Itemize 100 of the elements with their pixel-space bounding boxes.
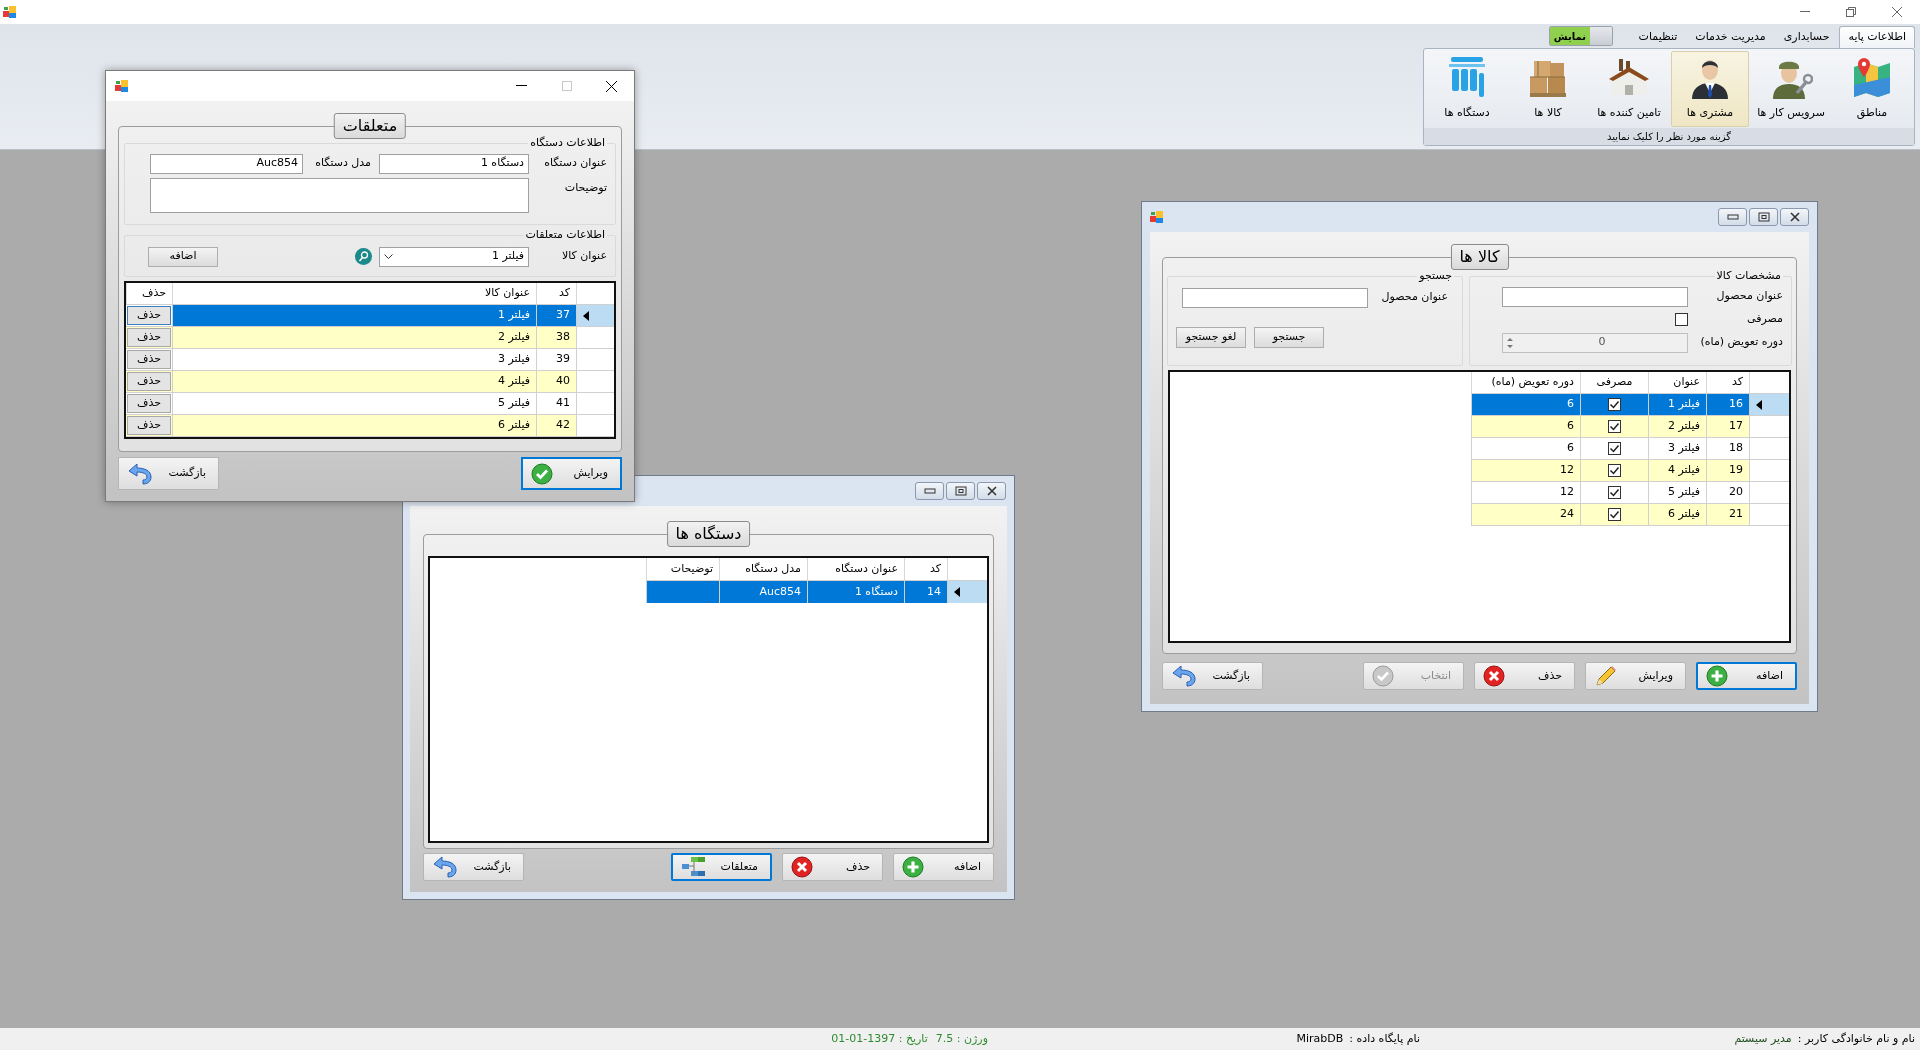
ribbon-tab[interactable]: اطلاعات پایه: [1839, 26, 1915, 48]
add-button[interactable]: اضافه: [1696, 662, 1797, 690]
minimize-button[interactable]: [915, 482, 944, 500]
column-header: کد: [1706, 372, 1749, 393]
column-header: مدل دستگاه: [719, 558, 807, 580]
section-title: اطلاعات متعلقات: [524, 227, 606, 243]
delete-button[interactable]: حذف: [1474, 662, 1575, 690]
table-cell: فیلتر 4: [172, 371, 536, 392]
checkbox[interactable]: [1608, 398, 1621, 411]
delete-button[interactable]: حذف: [782, 853, 883, 881]
delete-row-button[interactable]: حذف: [127, 372, 171, 391]
ribbon-button[interactable]: مناطق: [1833, 50, 1911, 127]
checkbox[interactable]: [1608, 486, 1621, 499]
delete-row-button[interactable]: حذف: [127, 350, 171, 369]
search-field[interactable]: [1182, 287, 1368, 308]
maximize-icon: [561, 81, 572, 91]
device-title-field[interactable]: دستگاه 1: [379, 153, 529, 174]
column-header: عنوان کالا: [172, 283, 536, 304]
section-title: اطلاعات دستگاه: [529, 135, 606, 151]
ribbon-tab[interactable]: مدیریت خدمات: [1687, 26, 1774, 48]
user-name: مدیر سیستم: [1734, 1030, 1792, 1047]
ribbon-tab[interactable]: حسابداری: [1775, 26, 1838, 48]
delete-icon: [791, 856, 813, 878]
table-cell: فیلتر 1: [1648, 394, 1706, 415]
check-icon: [1372, 665, 1394, 687]
table-cell: دستگاه 1: [807, 581, 904, 603]
row-pointer-icon: [1756, 399, 1762, 410]
checkbox[interactable]: [1608, 442, 1621, 455]
row-pointer-icon: [954, 587, 960, 597]
delete-row-button[interactable]: حذف: [127, 328, 171, 347]
delete-row-button[interactable]: حذف: [127, 416, 171, 435]
table-cell: فیلتر 3: [1648, 438, 1706, 459]
table-cell: 17: [1706, 416, 1749, 437]
field-label: مدل دستگاه: [314, 155, 372, 172]
close-button[interactable]: [977, 482, 1006, 500]
ribbon-button[interactable]: تامین کننده ها: [1590, 50, 1668, 127]
table-cell: فیلتر 2: [1648, 416, 1706, 437]
back-button[interactable]: بازگشت: [118, 457, 219, 490]
table-cell: 6: [1471, 438, 1580, 459]
ribbon-button[interactable]: کالا ها: [1509, 50, 1587, 127]
search-icon[interactable]: [355, 248, 372, 265]
plus-icon: [902, 856, 924, 878]
app-icon: [1150, 210, 1164, 224]
checkbox[interactable]: [1608, 420, 1621, 433]
back-button[interactable]: بازگشت: [1162, 662, 1263, 690]
display-toggle[interactable]: نمایش: [1548, 26, 1613, 46]
plus-icon: [1706, 665, 1728, 687]
date-text: تاریخ : 1397-01-01: [831, 1030, 928, 1047]
cancel-search-button[interactable]: لغو جستجو: [1176, 326, 1246, 348]
section-title: جستجو: [1417, 268, 1453, 284]
product-title-field[interactable]: [1502, 286, 1688, 307]
add-button[interactable]: اضافه: [893, 853, 994, 881]
table-cell: 37: [536, 305, 576, 326]
ribbon-button[interactable]: مشتری ها: [1671, 50, 1749, 127]
restore-icon: [954, 486, 967, 496]
chevron-down-icon: [384, 253, 393, 260]
restore-button[interactable]: [946, 482, 975, 500]
restore-icon: [1757, 212, 1770, 222]
back-button[interactable]: بازگشت: [423, 853, 524, 881]
table-cell: 39: [536, 349, 576, 370]
group-title: متعلقات: [333, 113, 407, 139]
row-pointer-icon: [583, 310, 589, 321]
add-button[interactable]: اضافه: [148, 246, 218, 267]
app-icon: [3, 5, 17, 19]
ribbon-button[interactable]: سرویس کار ها: [1752, 50, 1830, 127]
table-cell: 38: [536, 327, 576, 348]
check-icon: [531, 462, 553, 485]
field-label: عنوان محصول: [1715, 288, 1783, 305]
edit-button[interactable]: ویرایش: [1585, 662, 1686, 690]
table-cell: 24: [1471, 504, 1580, 525]
search-button[interactable]: جستجو: [1254, 326, 1324, 348]
item-dropdown[interactable]: فیلتر 1: [379, 246, 529, 267]
column-header: دوره تعویض (ماه): [1471, 372, 1580, 393]
minimize-icon: [1726, 214, 1739, 220]
column-header: کد: [536, 283, 576, 304]
table-cell: 40: [536, 371, 576, 392]
table-cell: 14: [904, 581, 947, 603]
field-label: مصرفی: [1746, 311, 1783, 328]
restore-button[interactable]: [1749, 208, 1778, 226]
delete-row-button[interactable]: حذف: [127, 306, 171, 325]
ribbon-button[interactable]: دستگاه ها: [1428, 50, 1506, 127]
description-field[interactable]: [150, 177, 529, 213]
field-label: عنوان دستگاه: [543, 155, 607, 172]
table-cell: فیلتر 5: [1648, 482, 1706, 503]
period-spinner[interactable]: 0: [1502, 332, 1688, 353]
minimize-button[interactable]: [1718, 208, 1747, 226]
database-name: MirabDB: [1296, 1030, 1344, 1047]
related-items-button[interactable]: متعلقات: [671, 853, 772, 881]
checkbox[interactable]: [1608, 464, 1621, 477]
consumable-checkbox[interactable]: [1675, 313, 1688, 326]
edit-button[interactable]: ویرایش: [521, 457, 622, 490]
back-arrow-icon: [127, 462, 153, 485]
checkbox[interactable]: [1608, 508, 1621, 521]
ribbon-tab[interactable]: تنظیمات: [1630, 26, 1686, 48]
close-icon: [1892, 7, 1902, 17]
delete-row-button[interactable]: حذف: [127, 394, 171, 413]
close-button[interactable]: [1780, 208, 1809, 226]
field-label: عنوان کالا: [560, 248, 607, 265]
map-icon: [1852, 57, 1892, 99]
device-model-field[interactable]: Auc854: [150, 153, 303, 174]
